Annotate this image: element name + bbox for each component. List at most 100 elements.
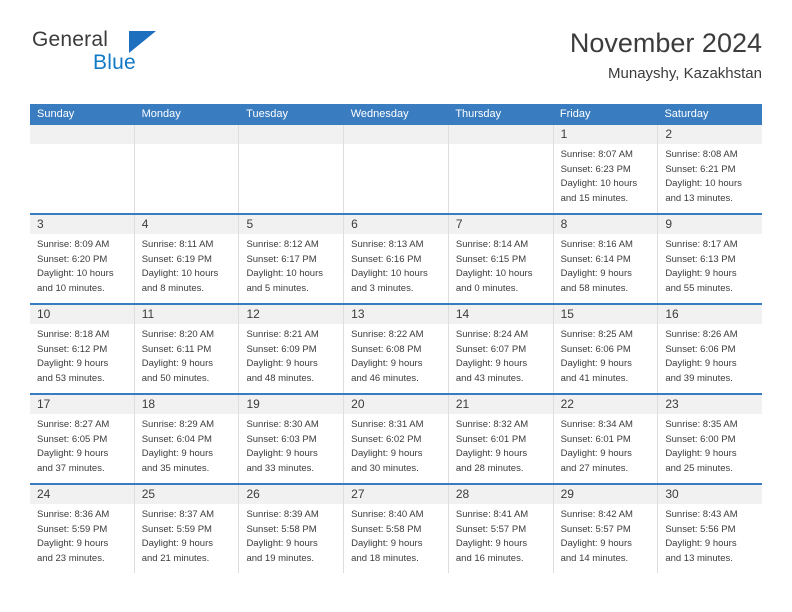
day-detail-line: Sunset: 6:17 PM: [246, 253, 317, 265]
day-cell[interactable]: 19 Sunrise: 8:30 AM Sunset: 6:03 PM Dayligh…: [239, 395, 345, 483]
day-detail-line: Sunrise: 8:18 AM: [37, 329, 110, 340]
day-cell[interactable]: 25 Sunrise: 8:37 AM Sunset: 5:59 PM Dayligh…: [134, 485, 240, 573]
day-detail-line: Daylight: 9 hours: [455, 358, 528, 369]
day-number: 24: [37, 487, 51, 501]
day-number-strip: 9: [658, 215, 763, 234]
day-detail-line: Daylight: 9 hours: [351, 358, 423, 369]
weekday-header-wednesday: Wednesday: [350, 108, 409, 120]
day-detail-line: Sunrise: 8:14 AM: [455, 239, 529, 250]
weekday-header-friday: Friday: [559, 108, 591, 120]
day-number: 5: [246, 217, 254, 231]
day-cell[interactable]: 3 Sunrise: 8:09 AM Sunset: 6:20 PM Daylight…: [30, 215, 135, 303]
day-number-strip: 30: [658, 485, 763, 504]
day-detail-line: Sunrise: 8:09 AM: [37, 239, 110, 250]
day-cell[interactable]: 10 Sunrise: 8:18 AM Sunset: 6:12 PM Dayligh…: [30, 305, 135, 393]
weekday-header-row: Sunday Monday Tuesday Wednesday Thursday Frid…: [30, 104, 762, 125]
day-cell[interactable]: 17 Sunrise: 8:27 AM Sunset: 6:05 PM Dayligh…: [30, 395, 135, 483]
day-cell[interactable]: 18 Sunrise: 8:29 AM Sunset: 6:04 PM Dayligh…: [134, 395, 240, 483]
day-details: Sunrise: 8:20 AM Sunset: 6:11 PM Daylight:…: [135, 324, 239, 386]
day-cell[interactable]: 26 Sunrise: 8:39 AM Sunset: 5:58 PM Dayligh…: [239, 485, 345, 573]
day-cell[interactable]: 6 Sunrise: 8:13 AM Sunset: 6:16 PM Daylight…: [344, 215, 449, 303]
weekday-header-thursday: Thursday: [455, 108, 502, 120]
day-cell[interactable]: 14 Sunrise: 8:24 AM Sunset: 6:07 PM Dayligh…: [448, 305, 554, 393]
day-number-strip: 2: [658, 125, 763, 144]
day-detail-line: Daylight: 9 hours: [560, 448, 632, 459]
day-number-strip: 28: [448, 485, 553, 504]
weekday-header-tuesday: Tuesday: [246, 108, 288, 120]
day-number: 6: [351, 217, 358, 231]
day-detail-line: Daylight: 10 hours: [141, 268, 219, 279]
day-cell[interactable]: 9 Sunrise: 8:17 AM Sunset: 6:13 PM Daylight…: [658, 215, 763, 303]
day-cell[interactable]: 15 Sunrise: 8:25 AM Sunset: 6:06 PM Dayligh…: [553, 305, 659, 393]
day-detail-line: Sunrise: 8:31 AM: [351, 419, 424, 430]
general-blue-logo[interactable]: General Blue: [30, 26, 230, 86]
day-number: 8: [560, 217, 568, 231]
day-detail-line: Sunset: 6:12 PM: [37, 343, 108, 355]
day-detail-line: Daylight: 9 hours: [141, 358, 214, 369]
day-details: Sunrise: 8:13 AM Sunset: 6:16 PM Daylight:…: [344, 234, 448, 296]
day-detail-line: Daylight: 9 hours: [665, 358, 737, 369]
day-detail-line: Sunrise: 8:30 AM: [246, 419, 319, 430]
day-details: Sunrise: 8:41 AM Sunset: 5:57 PM Daylight:…: [449, 504, 553, 566]
day-number: 16: [665, 307, 679, 321]
day-detail-line: Sunrise: 8:42 AM: [560, 509, 633, 520]
day-detail-line: Daylight: 10 hours: [246, 268, 324, 279]
day-detail-line: Sunset: 6:05 PM: [37, 433, 108, 445]
day-cell[interactable]: 7 Sunrise: 8:14 AM Sunset: 6:15 PM Daylight…: [448, 215, 554, 303]
day-detail-line: and 15 minutes.: [560, 192, 629, 204]
day-cell[interactable]: 22 Sunrise: 8:34 AM Sunset: 6:01 PM Dayligh…: [553, 395, 659, 483]
day-number-strip: 21: [448, 395, 553, 414]
day-detail-line: and 58 minutes.: [560, 282, 629, 294]
day-detail-line: Sunrise: 8:25 AM: [560, 329, 633, 340]
day-details: Sunrise: 8:36 AM Sunset: 5:59 PM Daylight:…: [30, 504, 134, 566]
day-details: Sunrise: 8:35 AM Sunset: 6:00 PM Daylight:…: [658, 414, 762, 476]
day-number: 19: [246, 397, 260, 411]
day-details: Sunrise: 8:24 AM Sunset: 6:07 PM Daylight:…: [449, 324, 553, 386]
weekday-header-saturday: Saturday: [664, 108, 709, 120]
day-cell[interactable]: 29 Sunrise: 8:42 AM Sunset: 5:57 PM Dayligh…: [553, 485, 659, 573]
day-cell[interactable]: 16 Sunrise: 8:26 AM Sunset: 6:06 PM Dayligh…: [658, 305, 763, 393]
day-detail-line: Sunset: 6:01 PM: [560, 433, 631, 445]
day-cell[interactable]: 24 Sunrise: 8:36 AM Sunset: 5:59 PM Dayligh…: [30, 485, 135, 573]
day-cell[interactable]: 8 Sunrise: 8:16 AM Sunset: 6:14 PM Daylight…: [553, 215, 659, 303]
day-detail-line: Daylight: 9 hours: [37, 358, 109, 369]
day-detail-line: Sunset: 6:20 PM: [37, 253, 108, 265]
day-detail-line: Sunset: 6:01 PM: [455, 433, 527, 445]
day-details: Sunrise: 8:09 AM Sunset: 6:20 PM Daylight:…: [30, 234, 134, 296]
day-cell[interactable]: 5 Sunrise: 8:12 AM Sunset: 6:17 PM Daylight…: [239, 215, 345, 303]
day-detail-line: and 35 minutes.: [141, 462, 210, 474]
day-cell[interactable]: 1 Sunrise: 8:07 AM Sunset: 6:23 PM Daylight…: [553, 125, 659, 213]
day-detail-line: and 8 minutes.: [141, 282, 205, 294]
day-detail-line: and 33 minutes.: [246, 462, 315, 474]
day-cell[interactable]: 13 Sunrise: 8:22 AM Sunset: 6:08 PM Dayligh…: [344, 305, 449, 393]
day-detail-line: Sunrise: 8:36 AM: [37, 509, 110, 520]
day-cell[interactable]: 12 Sunrise: 8:21 AM Sunset: 6:09 PM Dayligh…: [239, 305, 345, 393]
day-detail-line: and 28 minutes.: [455, 462, 524, 474]
day-detail-line: Daylight: 10 hours: [455, 268, 533, 279]
day-number: 1: [560, 127, 568, 141]
page-subtitle: Munayshy, Kazakhstan: [608, 65, 762, 82]
day-cell[interactable]: 11 Sunrise: 8:20 AM Sunset: 6:11 PM Dayligh…: [134, 305, 240, 393]
day-number-strip: 7: [448, 215, 553, 234]
weekday-header-sunday: Sunday: [37, 108, 75, 120]
day-details: Sunrise: 8:40 AM Sunset: 5:58 PM Daylight:…: [344, 504, 448, 566]
day-cell[interactable]: 20 Sunrise: 8:31 AM Sunset: 6:02 PM Dayligh…: [344, 395, 449, 483]
day-number: 25: [141, 487, 156, 501]
day-detail-line: Sunset: 6:15 PM: [455, 253, 527, 265]
day-detail-line: Sunrise: 8:41 AM: [455, 509, 529, 520]
day-detail-line: Daylight: 9 hours: [37, 538, 109, 549]
day-detail-line: Sunset: 6:16 PM: [351, 253, 422, 265]
day-cell[interactable]: 2 Sunrise: 8:08 AM Sunset: 6:21 PM Daylight…: [658, 125, 763, 213]
day-detail-line: Daylight: 10 hours: [560, 178, 638, 189]
day-cell[interactable]: 23 Sunrise: 8:35 AM Sunset: 6:00 PM Dayligh…: [658, 395, 763, 483]
day-cell[interactable]: 27 Sunrise: 8:40 AM Sunset: 5:58 PM Dayligh…: [344, 485, 449, 573]
day-cell[interactable]: 30 Sunrise: 8:43 AM Sunset: 5:56 PM Dayligh…: [658, 485, 763, 573]
day-cell[interactable]: 21 Sunrise: 8:32 AM Sunset: 6:01 PM Dayligh…: [448, 395, 554, 483]
day-detail-line: and 50 minutes.: [141, 372, 210, 384]
day-detail-line: Daylight: 10 hours: [351, 268, 428, 279]
day-details: Sunrise: 8:21 AM Sunset: 6:09 PM Daylight:…: [239, 324, 343, 386]
triangle-icon: [129, 31, 156, 53]
day-cell[interactable]: 4 Sunrise: 8:11 AM Sunset: 6:19 PM Daylight…: [134, 215, 240, 303]
day-cell[interactable]: 28 Sunrise: 8:41 AM Sunset: 5:57 PM Dayligh…: [448, 485, 554, 573]
day-detail-line: Daylight: 10 hours: [37, 268, 114, 279]
